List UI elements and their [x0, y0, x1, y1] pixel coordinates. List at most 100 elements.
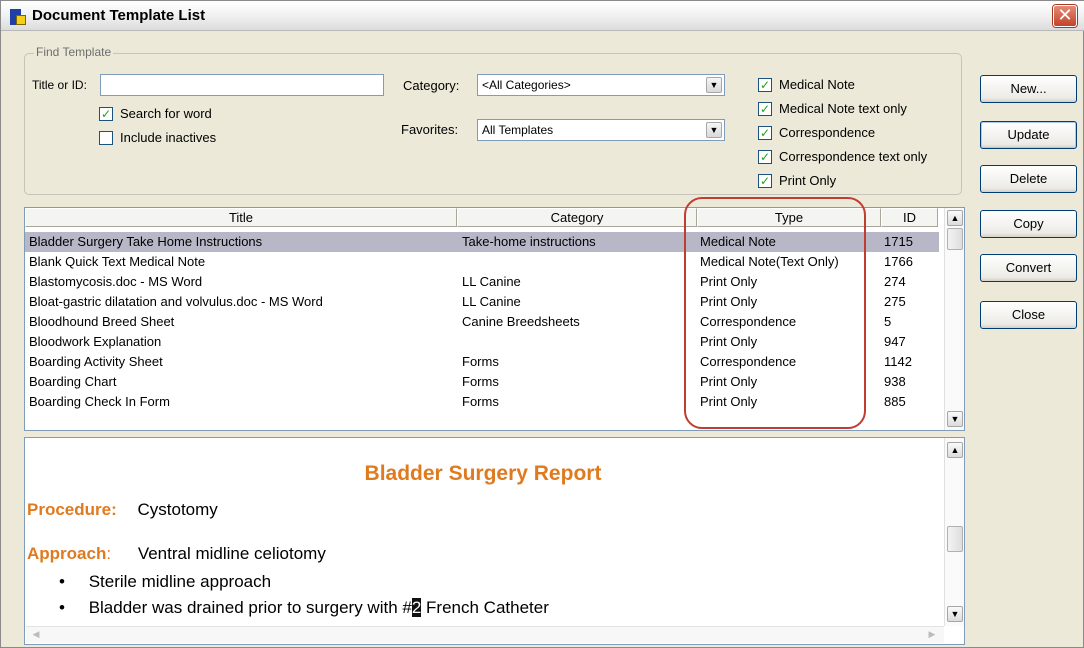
favorites-select[interactable]: All Templates ▼: [477, 119, 725, 141]
template-list-grid[interactable]: Title Category Type ID Bladder Surgery T…: [24, 207, 965, 431]
row-category: Forms: [462, 354, 499, 369]
row-type: Correspondence: [700, 314, 797, 329]
row-title: Bladder Surgery Take Home Instructions: [29, 234, 263, 249]
row-title: Boarding Activity Sheet: [29, 354, 163, 369]
approach-colon: :: [106, 544, 112, 563]
scroll-up-icon[interactable]: ▲: [947, 210, 963, 226]
row-type: Print Only: [700, 334, 758, 349]
row-id: 274: [884, 274, 906, 289]
new-button[interactable]: New...: [980, 75, 1077, 103]
bullet-text-before: Bladder was drained prior to surgery wit…: [88, 598, 412, 617]
include-inactives-label: Include inactives: [120, 130, 217, 145]
update-button[interactable]: Update: [980, 121, 1077, 149]
approach-label: Approach: [27, 544, 107, 563]
row-id: 938: [884, 374, 906, 389]
row-category: Canine Breedsheets: [462, 314, 580, 329]
filter-medical-note-label: Medical Note: [779, 77, 855, 92]
bullet-icon: •: [59, 598, 65, 617]
row-type: Print Only: [700, 294, 758, 309]
preview-horizontal-scrollbar[interactable]: ◀ ▶: [26, 626, 944, 643]
table-row[interactable]: Bloat-gastric dilatation and volvulus.do…: [25, 292, 939, 312]
filter-correspondence-text-only-label: Correspondence text only: [779, 149, 928, 164]
filter-print-only-label: Print Only: [779, 173, 837, 188]
table-row[interactable]: Bladder Surgery Take Home Instructions T…: [25, 232, 939, 252]
row-category: LL Canine: [462, 294, 521, 309]
row-id: 947: [884, 334, 906, 349]
approach-line: Approach: Ventral midline celiotomy: [27, 544, 326, 564]
scroll-right-icon[interactable]: ▶: [924, 627, 940, 643]
chevron-down-icon[interactable]: ▼: [706, 77, 722, 93]
row-id: 885: [884, 394, 906, 409]
row-type: Medical Note(Text Only): [700, 254, 839, 269]
preview-vertical-scrollbar[interactable]: ▲ ▼: [944, 438, 964, 626]
scroll-up-icon[interactable]: ▲: [947, 442, 963, 458]
column-header-id[interactable]: ID: [881, 208, 938, 227]
grid-vertical-scrollbar[interactable]: ▲ ▼: [944, 208, 964, 430]
table-row[interactable]: Bloodhound Breed Sheet Canine Breedsheet…: [25, 312, 939, 332]
bullet-icon: •: [59, 572, 65, 591]
column-header-category[interactable]: Category: [457, 208, 697, 227]
scroll-down-icon[interactable]: ▼: [947, 411, 963, 427]
close-button[interactable]: Close: [980, 301, 1077, 329]
table-row[interactable]: Blastomycosis.doc - MS Word LL Canine Pr…: [25, 272, 939, 292]
table-row[interactable]: Blank Quick Text Medical Note Medical No…: [25, 252, 939, 272]
document-preview[interactable]: Bladder Surgery Report Procedure: Cystot…: [24, 437, 965, 645]
scroll-thumb[interactable]: [947, 228, 963, 250]
scroll-left-icon[interactable]: ◀: [28, 627, 44, 643]
window-title: Document Template List: [32, 7, 206, 24]
row-id: 275: [884, 294, 906, 309]
checkmark-icon: ✓: [758, 174, 772, 188]
close-window-button[interactable]: ✕: [1053, 5, 1077, 27]
delete-button[interactable]: Delete: [980, 165, 1077, 193]
copy-button[interactable]: Copy: [980, 210, 1077, 238]
category-select[interactable]: <All Categories> ▼: [477, 74, 725, 96]
table-row[interactable]: Bloodwork Explanation Print Only 947: [25, 332, 939, 352]
scroll-thumb[interactable]: [947, 526, 963, 552]
favorites-value: All Templates: [482, 123, 554, 137]
row-type: Medical Note: [700, 234, 776, 249]
procedure-label: Procedure:: [27, 500, 117, 519]
bullet-item: • Sterile midline approach: [59, 572, 271, 592]
title-or-id-label: Title or ID:: [32, 78, 87, 92]
row-id: 1766: [884, 254, 913, 269]
checkmark-icon: ✓: [758, 126, 772, 140]
table-row[interactable]: Boarding Check In Form Forms Print Only …: [25, 392, 939, 412]
row-id: 1142: [884, 354, 912, 369]
convert-button[interactable]: Convert: [980, 254, 1077, 282]
row-title: Bloodhound Breed Sheet: [29, 314, 175, 329]
filter-medical-note-text-only-label: Medical Note text only: [779, 101, 907, 116]
find-template-legend: Find Template: [34, 45, 114, 59]
table-row[interactable]: Boarding Chart Forms Print Only 938: [25, 372, 939, 392]
title-or-id-input[interactable]: [100, 74, 384, 96]
row-type: Print Only: [700, 274, 758, 289]
row-category: Forms: [462, 374, 499, 389]
row-id: 1715: [884, 234, 913, 249]
scroll-down-icon[interactable]: ▼: [947, 606, 963, 622]
approach-value: Ventral midline celiotomy: [137, 544, 326, 563]
row-category: Forms: [462, 394, 499, 409]
checkmark-icon: ✓: [758, 150, 772, 164]
app-icon: [10, 9, 26, 25]
table-row[interactable]: Boarding Activity Sheet Forms Correspond…: [25, 352, 939, 372]
bullet-text-after: French Catheter: [421, 598, 549, 617]
row-title: Boarding Chart: [29, 374, 117, 389]
bullet-item: • Bladder was drained prior to surgery w…: [59, 598, 549, 618]
checkmark-icon: ✓: [758, 102, 772, 116]
row-type: Correspondence: [700, 354, 797, 369]
title-bar[interactable]: Document Template List ✕: [1, 1, 1084, 31]
column-header-type[interactable]: Type: [697, 208, 881, 227]
checkmark-icon: ✓: [758, 78, 772, 92]
checkmark-icon: ✓: [99, 107, 113, 121]
row-title: Bloat-gastric dilatation and volvulus.do…: [29, 294, 323, 309]
procedure-line: Procedure: Cystotomy: [27, 500, 218, 520]
procedure-value: Cystotomy: [137, 500, 218, 519]
chevron-down-icon[interactable]: ▼: [706, 122, 722, 138]
row-title: Blastomycosis.doc - MS Word: [29, 274, 203, 289]
bullet-text: Bladder was drained prior to surgery wit…: [89, 598, 549, 617]
favorites-label: Favorites:: [401, 122, 459, 137]
row-category: LL Canine: [462, 274, 521, 289]
search-for-word-label: Search for word: [120, 106, 212, 121]
category-label: Category:: [403, 78, 460, 93]
column-header-title[interactable]: Title: [25, 208, 457, 227]
bullet-text: Sterile midline approach: [88, 572, 272, 591]
